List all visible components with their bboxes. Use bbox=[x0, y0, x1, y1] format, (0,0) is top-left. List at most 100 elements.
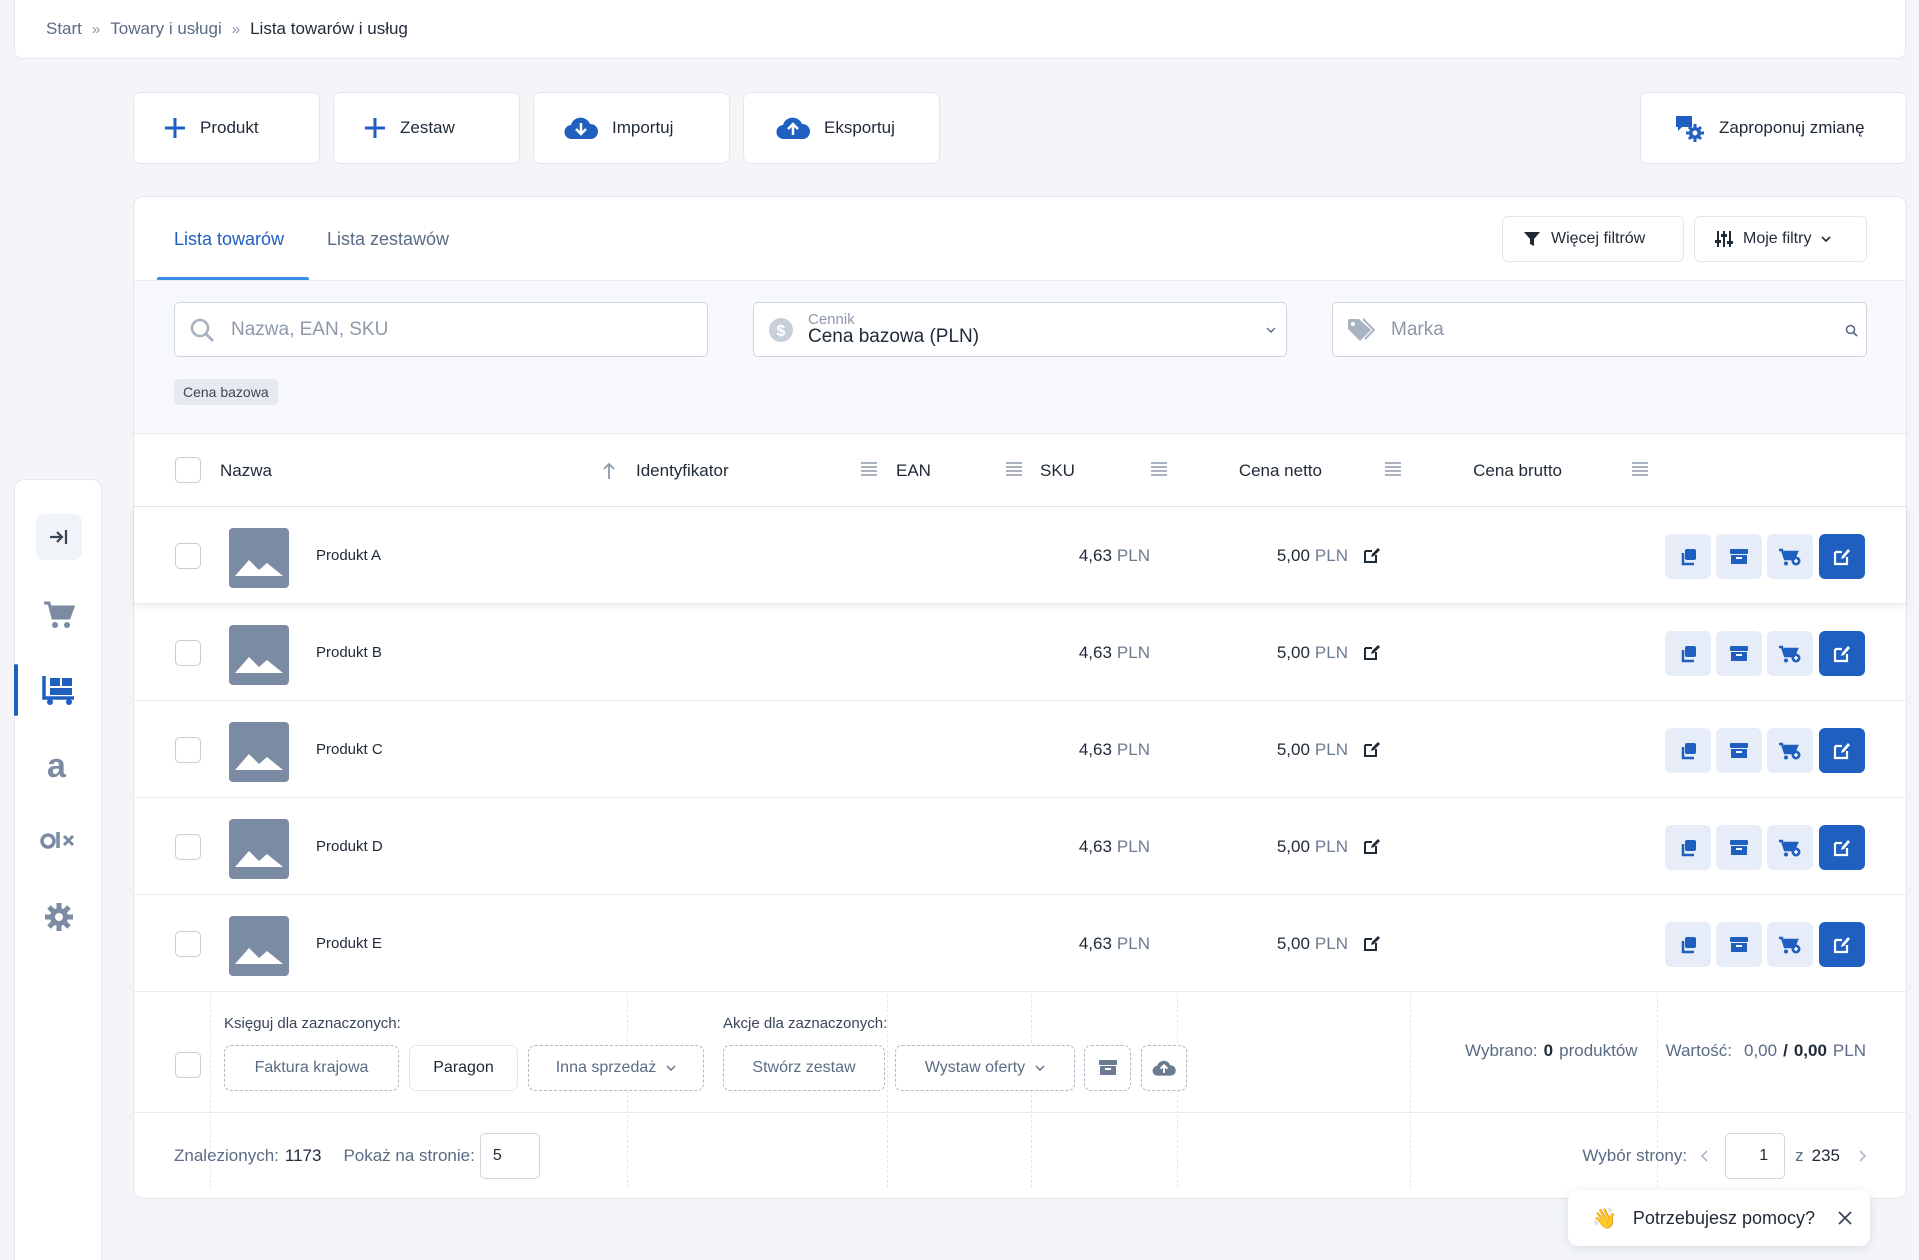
chevron-right-icon[interactable] bbox=[1858, 1150, 1866, 1162]
active-filter-badge: Cena bazowa bbox=[174, 379, 278, 405]
edit-price-icon[interactable] bbox=[1363, 838, 1380, 855]
bulk-select-checkbox[interactable] bbox=[175, 1052, 201, 1078]
add-set-button[interactable]: Zestaw bbox=[333, 92, 520, 164]
row-checkbox[interactable] bbox=[175, 834, 201, 860]
add-to-order-button[interactable] bbox=[1767, 631, 1813, 676]
duplicate-button[interactable] bbox=[1665, 631, 1711, 676]
archive-button[interactable] bbox=[1716, 825, 1762, 870]
column-menu-icon[interactable] bbox=[1632, 461, 1648, 477]
receipt-button[interactable]: Paragon bbox=[409, 1045, 518, 1091]
edit-button[interactable] bbox=[1819, 825, 1865, 870]
duplicate-button[interactable] bbox=[1665, 825, 1711, 870]
table-row[interactable]: Produkt E 4,63 PLN 5,00 PLN bbox=[134, 895, 1906, 992]
sidebar-item-settings[interactable] bbox=[15, 891, 103, 943]
select-all-checkbox[interactable] bbox=[175, 457, 201, 483]
archive-button[interactable] bbox=[1716, 728, 1762, 773]
row-checkbox[interactable] bbox=[175, 640, 201, 666]
edit-button[interactable] bbox=[1819, 631, 1865, 676]
add-to-order-button[interactable] bbox=[1767, 825, 1813, 870]
column-header-gross-price[interactable]: Cena brutto bbox=[1473, 434, 1562, 507]
archive-button[interactable] bbox=[1716, 631, 1762, 676]
more-filters-button[interactable]: Więcej filtrów bbox=[1502, 216, 1684, 262]
chevron-left-icon[interactable] bbox=[1701, 1150, 1709, 1162]
tag-icon bbox=[1348, 317, 1375, 341]
column-header-net-price[interactable]: Cena netto bbox=[1239, 434, 1322, 507]
archive-button[interactable] bbox=[1716, 922, 1762, 967]
brand-input[interactable]: Marka bbox=[1332, 302, 1867, 357]
import-label: Importuj bbox=[612, 118, 674, 137]
edit-button[interactable] bbox=[1819, 534, 1865, 579]
tab-sets-list[interactable]: Lista zestawów bbox=[327, 229, 449, 250]
product-name[interactable]: Produkt E bbox=[316, 895, 382, 992]
archive-button[interactable] bbox=[1716, 534, 1762, 579]
cart-add-icon bbox=[1779, 936, 1801, 953]
sidebar-item-orders[interactable] bbox=[15, 589, 103, 641]
close-icon[interactable] bbox=[1837, 1210, 1853, 1226]
add-product-button[interactable]: Produkt bbox=[133, 92, 320, 164]
value-net: 0,00 bbox=[1744, 1041, 1778, 1060]
column-header-identifier[interactable]: Identyfikator bbox=[636, 434, 729, 507]
bulk-upload-button[interactable] bbox=[1141, 1045, 1187, 1091]
column-header-ean[interactable]: EAN bbox=[896, 434, 931, 507]
pricelist-content: Cennik Cena bazowa (PLN) bbox=[808, 311, 979, 348]
gross-value: 5,00 bbox=[1276, 739, 1310, 759]
add-to-order-button[interactable] bbox=[1767, 922, 1813, 967]
other-sale-dropdown[interactable]: Inna sprzedaż bbox=[528, 1045, 704, 1091]
edit-button[interactable] bbox=[1819, 728, 1865, 773]
duplicate-button[interactable] bbox=[1665, 728, 1711, 773]
search-input[interactable]: Nazwa, EAN, SKU bbox=[174, 302, 708, 357]
table-row[interactable]: Produkt C 4,63 PLN 5,00 PLN bbox=[134, 701, 1906, 798]
issue-offers-dropdown[interactable]: Wystaw oferty bbox=[895, 1045, 1075, 1091]
table-row[interactable]: Produkt A 4,63 PLN 5,00 PLN bbox=[134, 507, 1906, 604]
import-button[interactable]: Importuj bbox=[533, 92, 730, 164]
row-checkbox[interactable] bbox=[175, 931, 201, 957]
column-menu-icon[interactable] bbox=[861, 461, 877, 477]
product-name[interactable]: Produkt D bbox=[316, 798, 383, 895]
table-row[interactable]: Produkt D 4,63 PLN 5,00 PLN bbox=[134, 798, 1906, 895]
column-header-sku[interactable]: SKU bbox=[1040, 434, 1075, 507]
table-row[interactable]: Produkt B 4,63 PLN 5,00 PLN bbox=[134, 604, 1906, 701]
product-image-placeholder bbox=[229, 722, 289, 782]
chevron-down-icon bbox=[1035, 1065, 1045, 1071]
edit-price-icon[interactable] bbox=[1363, 644, 1380, 661]
add-to-order-button[interactable] bbox=[1767, 534, 1813, 579]
column-menu-icon[interactable] bbox=[1385, 461, 1401, 477]
create-set-button[interactable]: Stwórz zestaw bbox=[723, 1045, 885, 1091]
value-currency: PLN bbox=[1832, 1041, 1866, 1060]
invoice-button[interactable]: Faktura krajowa bbox=[224, 1045, 399, 1091]
sidebar-collapse-button[interactable] bbox=[15, 511, 103, 563]
propose-change-button[interactable]: Zaproponuj zmianę bbox=[1640, 92, 1907, 164]
duplicate-button[interactable] bbox=[1665, 922, 1711, 967]
add-to-order-button[interactable] bbox=[1767, 728, 1813, 773]
product-name[interactable]: Produkt C bbox=[316, 701, 383, 798]
edit-price-icon[interactable] bbox=[1363, 741, 1380, 758]
edit-price-icon[interactable] bbox=[1363, 935, 1380, 952]
row-checkbox[interactable] bbox=[175, 737, 201, 763]
net-value: 4,63 bbox=[1078, 933, 1112, 953]
sidebar-item-allegro[interactable]: a bbox=[15, 740, 103, 792]
sidebar-item-warehouse[interactable] bbox=[14, 664, 103, 716]
pricelist-select[interactable]: $ Cennik Cena bazowa (PLN) bbox=[753, 302, 1287, 357]
breadcrumb-start[interactable]: Start bbox=[46, 19, 82, 39]
bulk-archive-button[interactable] bbox=[1084, 1045, 1131, 1091]
edit-button[interactable] bbox=[1819, 922, 1865, 967]
my-filters-button[interactable]: Moje filtry bbox=[1694, 216, 1867, 262]
column-menu-icon[interactable] bbox=[1151, 461, 1167, 477]
column-header-name[interactable]: Nazwa bbox=[220, 434, 272, 507]
breadcrumb-goods-services[interactable]: Towary i usługi bbox=[110, 19, 222, 39]
chevron-down-icon bbox=[666, 1065, 676, 1071]
edit-price-icon[interactable] bbox=[1363, 547, 1380, 564]
help-widget[interactable]: 👋 Potrzebujesz pomocy? bbox=[1568, 1190, 1870, 1246]
product-name[interactable]: Produkt A bbox=[316, 507, 381, 604]
tab-goods-list[interactable]: Lista towarów bbox=[174, 229, 284, 250]
export-button[interactable]: Eksportuj bbox=[743, 92, 940, 164]
page-input[interactable]: 1 bbox=[1725, 1133, 1786, 1179]
column-menu-icon[interactable] bbox=[1006, 461, 1022, 477]
more-filters-label: Więcej filtrów bbox=[1551, 230, 1646, 247]
per-page-input[interactable]: 5 bbox=[479, 1133, 540, 1179]
sort-ascending-icon[interactable] bbox=[602, 462, 616, 480]
sidebar-item-olx[interactable] bbox=[15, 815, 103, 867]
duplicate-button[interactable] bbox=[1665, 534, 1711, 579]
product-name[interactable]: Produkt B bbox=[316, 604, 382, 701]
row-checkbox[interactable] bbox=[175, 543, 201, 569]
